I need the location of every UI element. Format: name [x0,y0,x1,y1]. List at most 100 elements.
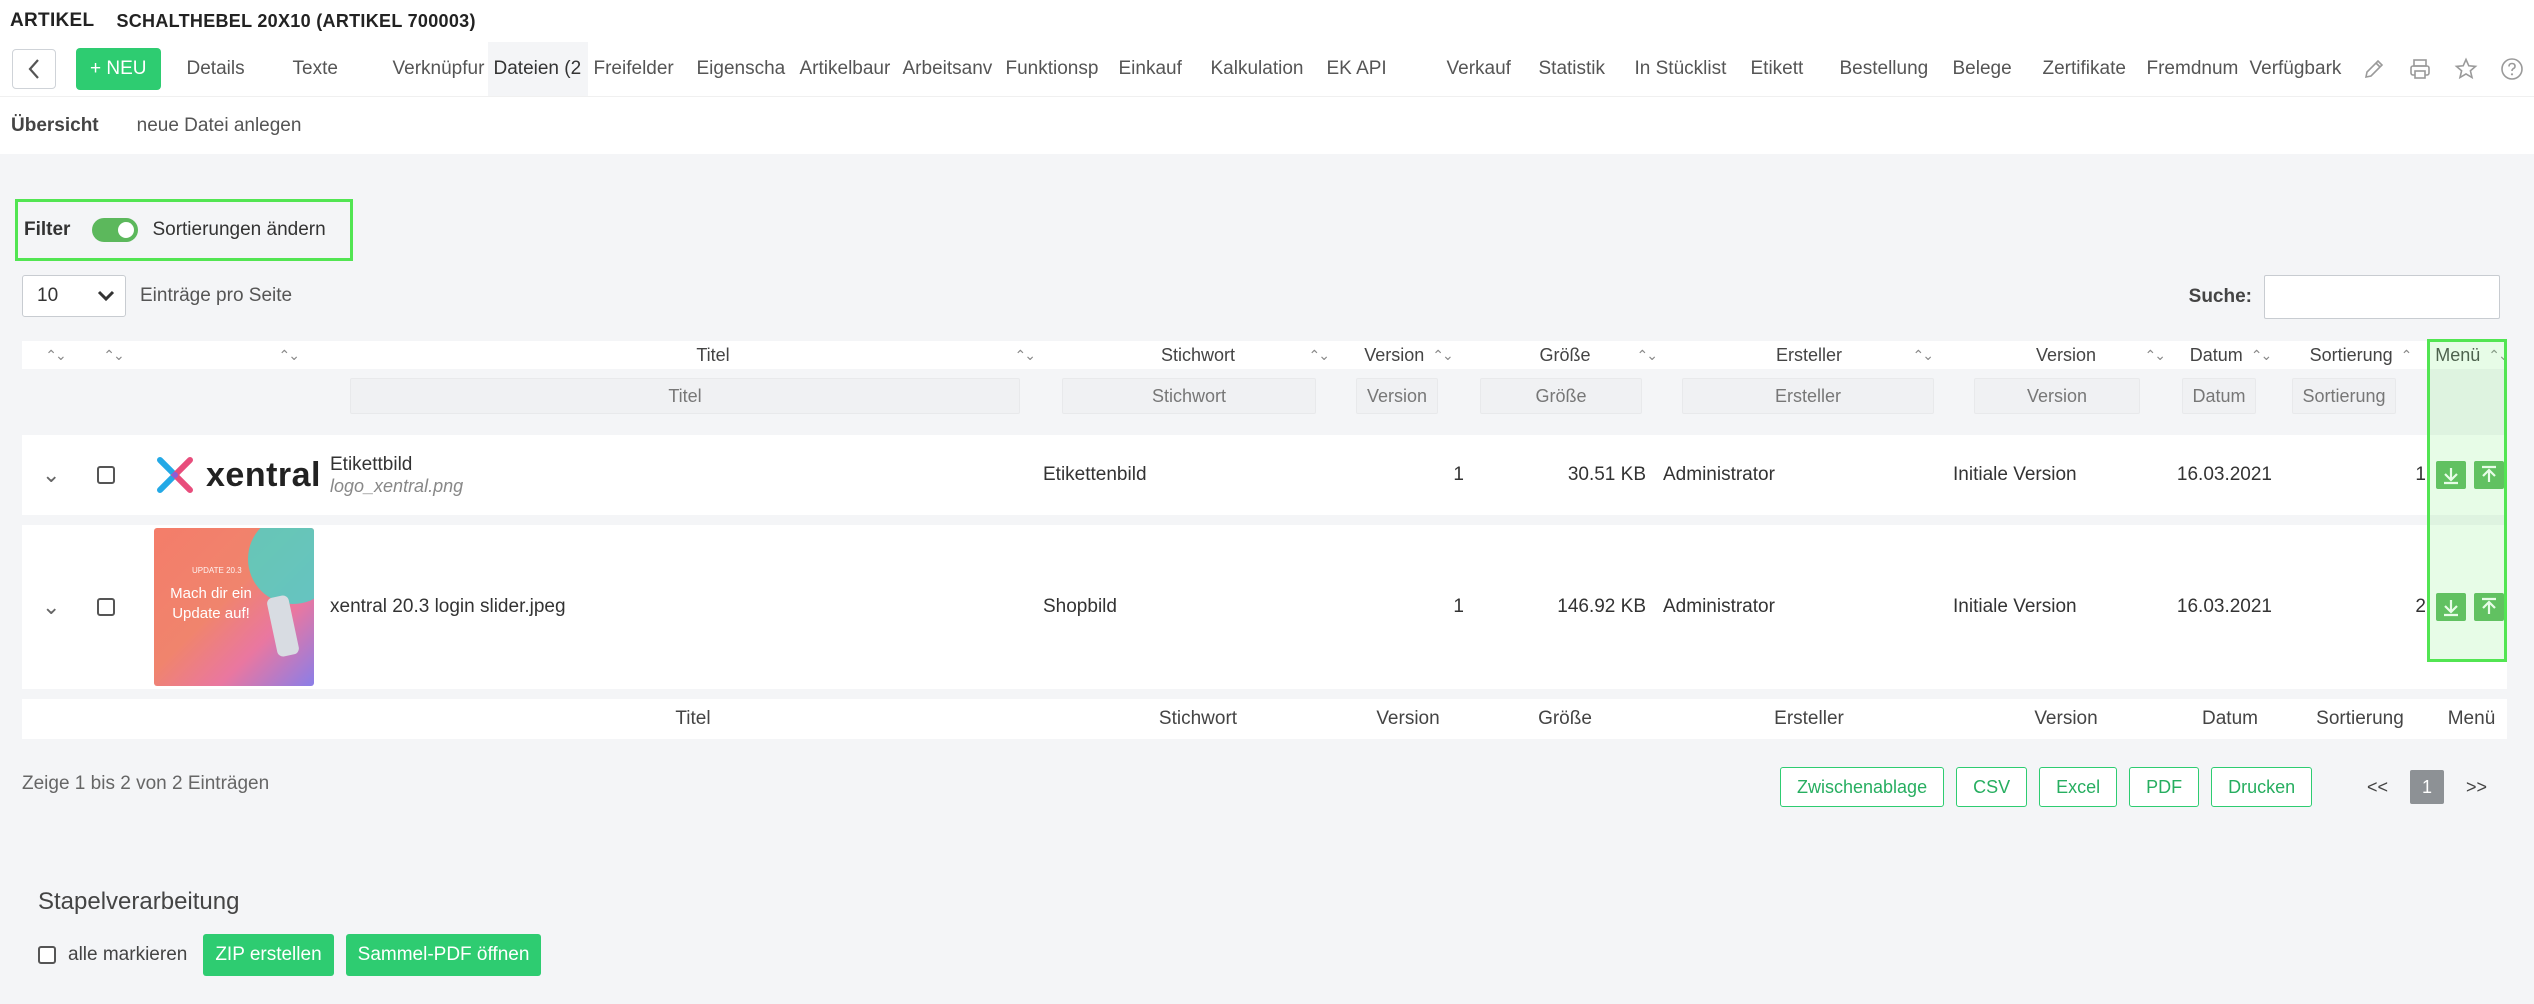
col-version-label: Version [1364,344,1425,365]
tab-ek-api[interactable]: EK API [1321,42,1441,96]
tab-verknuepfungen[interactable]: Verknüpfur [387,42,488,96]
table-row: ⌄ xentral Etikettbild logo_xentral.png E… [22,435,2507,515]
col-version-name-header[interactable]: Version ⌃⌄ [1956,341,2176,369]
file-name: logo_xentral.png [330,475,464,496]
per-page-label: Einträge pro Seite [140,285,293,306]
batch-processing: Stapelverarbeitung alle markieren ZIP er… [38,888,542,976]
print-button[interactable]: Drucken [2211,767,2313,807]
back-button[interactable] [12,49,56,89]
pager-current[interactable]: 1 [2410,770,2445,804]
cell-version-name: Initiale Version [1953,596,2077,617]
expand-toggle[interactable]: ⌄ [42,435,60,515]
tab-verfuegbarkeit[interactable]: Verfügbark [2244,42,2348,96]
filter-datum[interactable]: Datum [2182,378,2256,414]
col-datum-header[interactable]: Datum ⌃⌄ [2176,341,2284,369]
row-checkbox[interactable] [97,466,115,484]
slider-caption: UPDATE 20.3 [192,566,242,575]
tab-funktionsprotokoll[interactable]: Funktionsp [1000,42,1113,96]
mark-all-checkbox[interactable] [38,946,56,964]
col-sortierung-header[interactable]: Sortierung ⌃ [2284,341,2436,369]
filter-sortierung[interactable]: Sortierung [2292,378,2396,414]
foot-sortierung: Sortierung [2316,708,2404,729]
batch-actions: alle markieren ZIP erstellen Sammel-PDF … [38,934,542,976]
col-thumb-header[interactable]: ⌃⌄ [138,341,338,369]
tab-statistik[interactable]: Statistik [1533,42,1629,96]
xentral-logo-icon [157,457,193,493]
sort-icon: ⌃⌄ [103,346,125,363]
tab-artikelbaum[interactable]: Artikelbaur [794,42,897,96]
expand-toggle[interactable]: ⌄ [42,525,60,689]
foot-version-name: Version [2034,708,2098,729]
tab-kalkulation[interactable]: Kalkulation [1205,42,1321,96]
export-pdf-button[interactable]: PDF [2129,767,2200,807]
filter-version[interactable]: Version [1356,378,1438,414]
sort-icon: ⌃⌄ [45,346,67,363]
sort-icon: ⌃⌄ [2250,346,2273,363]
col-select-header[interactable]: ⌃⌄ [80,341,138,369]
col-version-header[interactable]: Version ⌃⌄ [1348,341,1468,369]
tab-bestellung[interactable]: Bestellung [1834,42,1947,96]
filter-ersteller[interactable]: Ersteller [1682,378,1934,414]
search-input[interactable] [2264,275,2500,319]
module-name: ARTIKEL [10,10,95,31]
per-page-select[interactable]: 10 [22,275,126,317]
zip-button[interactable]: ZIP erstellen [203,934,334,976]
col-groesse-header[interactable]: Größe ⌃⌄ [1468,341,1662,369]
cell-ersteller: Administrator [1663,596,1775,617]
pager-next[interactable]: >> [2466,777,2487,798]
tab-freifelder[interactable]: Freifelder [588,42,691,96]
tab-etikett[interactable]: Etikett [1745,42,1834,96]
filter-groesse[interactable]: Größe [1480,378,1642,414]
tab-in-stuecklisten[interactable]: In Stücklist [1629,42,1745,96]
sort-icon: ⌃⌄ [1912,346,1935,363]
subnav-new-file[interactable]: neue Datei anlegen [137,115,302,137]
tab-arbeitsanweisung[interactable]: Arbeitsanv [897,42,1000,96]
pager-prev[interactable]: << [2367,777,2388,798]
export-csv-button[interactable]: CSV [1956,767,2028,807]
col-datum-label: Datum [2189,344,2243,365]
tab-texte[interactable]: Texte [287,42,387,96]
slider-text: Mach dir ein Update auf! [170,585,252,622]
export-excel-button[interactable]: Excel [2039,767,2118,807]
tab-eigenschaften[interactable]: Eigenscha [691,42,794,96]
export-clipboard-button[interactable]: Zwischenablage [1780,767,1945,807]
sort-icon: ⌃⌄ [2144,346,2167,363]
filter-titel[interactable]: Titel [350,378,1020,414]
printer-icon[interactable] [2408,57,2432,81]
cell-version: 1 [1453,464,1464,485]
export-buttons: Zwischenablage CSV Excel PDF Drucken [1780,767,2313,807]
col-ersteller-label: Ersteller [1775,344,1842,365]
batch-heading: Stapelverarbeitung [38,888,240,915]
tab-details[interactable]: Details [181,42,287,96]
filter-stichwort[interactable]: Stichwort [1062,378,1316,414]
row-checkbox[interactable] [97,598,115,616]
chevron-down-icon: ⌄ [42,594,61,619]
tab-einkauf[interactable]: Einkauf [1113,42,1205,96]
col-expand-header[interactable]: ⌃⌄ [22,341,80,369]
help-icon[interactable] [2500,57,2524,81]
sort-icon: ⌃⌄ [1014,346,1037,363]
new-button[interactable]: + NEU [76,48,161,90]
cell-datum: 16.03.2021 [2176,596,2272,617]
filter-version-name[interactable]: Version [1974,378,2140,414]
cell-stichwort: Etikettenbild [1043,464,1147,485]
tab-verkauf[interactable]: Verkauf [1441,42,1533,96]
tab-belege[interactable]: Belege [1947,42,2037,96]
sort-toggle[interactable] [92,218,139,242]
tab-dateien[interactable]: Dateien (2 [487,42,588,96]
subnav-overview[interactable]: Übersicht [11,115,99,137]
table-header: ⌃⌄ ⌃⌄ ⌃⌄ Titel ⌃⌄ Stichwort ⌃⌄ Version ⌃⌄ G… [22,341,2510,369]
cell-titel: xentral 20.3 login slider.jpeg [330,596,566,617]
pencil-icon[interactable] [2362,57,2386,81]
col-titel-header[interactable]: Titel ⌃⌄ [338,341,1048,369]
batch-pdf-button[interactable]: Sammel-PDF öffnen [345,934,542,976]
col-stichwort-header[interactable]: Stichwort ⌃⌄ [1048,341,1348,369]
star-icon[interactable] [2454,57,2478,81]
cell-datum: 16.03.2021 [2176,464,2272,485]
tab-zertifikate[interactable]: Zertifikate [2037,42,2141,96]
tab-fremdnummern[interactable]: Fremdnum [2141,42,2244,96]
cell-ersteller: Administrator [1663,464,1775,485]
foot-ersteller: Ersteller [1774,708,1844,729]
col-ersteller-header[interactable]: Ersteller ⌃⌄ [1662,341,1956,369]
filter-bar: Filter Sortierungen ändern [15,199,353,261]
